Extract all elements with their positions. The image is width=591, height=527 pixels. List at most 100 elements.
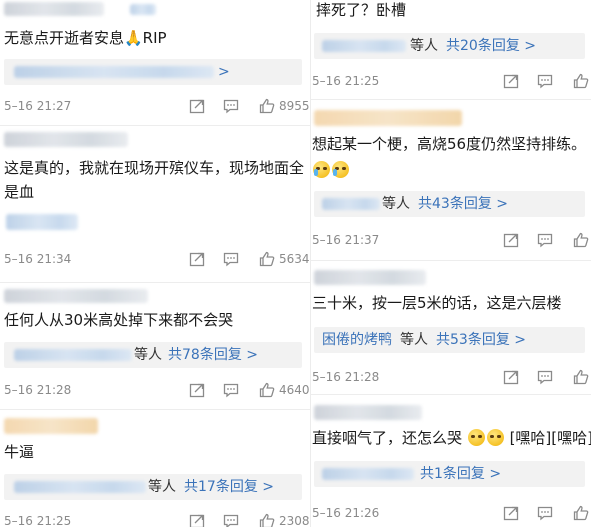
- username-blurred[interactable]: [314, 270, 426, 285]
- reply-more-link[interactable]: >: [218, 62, 230, 82]
- like-icon[interactable]: [572, 231, 590, 249]
- like-count: 5634: [279, 252, 310, 266]
- username-blurred[interactable]: [314, 110, 462, 126]
- reply-preview-box[interactable]: 困倦的烤鸭 等人 共53条回复 >: [314, 327, 585, 353]
- username-blurred[interactable]: [4, 132, 128, 147]
- comment-meta: 5–16 21:27 8955: [0, 97, 310, 117]
- left-screenshot-column: 无意点开逝者安息🙏RIP > 5–16 21:27 8955 这是真的，我就在现…: [0, 0, 310, 527]
- comment-icon[interactable]: [536, 231, 554, 249]
- grinning-emoji-icon: [467, 429, 485, 446]
- reply-users-blurred: [14, 66, 214, 78]
- reply-users-suffix: 等人: [148, 479, 176, 495]
- comment-time: 5–16 21:26: [312, 506, 380, 520]
- like-icon[interactable]: [572, 72, 590, 90]
- username-blurred[interactable]: [4, 418, 98, 434]
- share-icon[interactable]: [188, 97, 206, 115]
- reply-users-blurred: [322, 40, 406, 52]
- comment-meta: 5–16 21:25 2308: [0, 512, 310, 527]
- like-count: 2308: [279, 514, 310, 527]
- comment-item: 牛逼 等人 共17条回复 > 5–16 21:25 2308: [0, 410, 310, 527]
- reply-users-blurred: [322, 198, 380, 210]
- share-icon[interactable]: [188, 381, 206, 399]
- reply-users-suffix: 等人: [134, 347, 162, 363]
- reply-users-blurred: [322, 468, 414, 480]
- crying-emoji-icon: [332, 161, 349, 178]
- comment-item: 无意点开逝者安息🙏RIP > 5–16 21:27 8955: [0, 0, 310, 125]
- comment-text: 牛逼: [4, 443, 35, 461]
- crying-emoji-icon: [313, 161, 330, 178]
- reply-preview-blurred[interactable]: [6, 214, 78, 230]
- reply-more-link[interactable]: 共43条回复 >: [418, 194, 508, 214]
- share-icon[interactable]: [502, 72, 520, 90]
- comment-time: 5–16 21:27: [4, 99, 72, 113]
- comment-meta: 5–16 21:37: [310, 231, 591, 251]
- grinning-emoji-icon: [486, 429, 504, 446]
- like-icon[interactable]: [572, 504, 590, 522]
- reply-users-suffix: 等人: [382, 196, 410, 212]
- comment-text: 直接咽气了，还怎么哭 [嘿哈][嘿哈]: [312, 428, 591, 449]
- reply-user-link[interactable]: 困倦的烤鸭: [322, 330, 392, 350]
- like-icon[interactable]: [258, 97, 276, 115]
- reply-users-suffix: 等人: [400, 332, 428, 348]
- reply-preview-box[interactable]: 等人 共17条回复 >: [4, 474, 302, 500]
- emoji-row: [312, 160, 350, 179]
- username-blurred[interactable]: [4, 2, 104, 16]
- username-blurred[interactable]: [314, 405, 422, 420]
- comment-meta: 5–16 21:34 5634: [0, 250, 310, 270]
- comment-icon[interactable]: [222, 97, 240, 115]
- like-icon[interactable]: [258, 250, 276, 268]
- comment-text: 想起某一个梗，高烧56度仍然坚持排练。: [312, 135, 587, 153]
- comment-icon[interactable]: [222, 512, 240, 527]
- comment-meta: 5–16 21:26: [310, 504, 591, 524]
- reply-preview-box[interactable]: 等人 共20条回复 >: [314, 33, 585, 59]
- reply-more-link[interactable]: 共20条回复 >: [446, 36, 536, 56]
- like-icon[interactable]: [572, 368, 590, 386]
- reply-users-blurred: [14, 481, 146, 493]
- comment-text-main: 直接咽气了，还怎么哭: [312, 429, 463, 447]
- comment-time: 5–16 21:25: [4, 514, 72, 527]
- comment-meta: 5–16 21:28 4640: [0, 381, 310, 401]
- comment-icon[interactable]: [536, 504, 554, 522]
- comment-icon[interactable]: [536, 368, 554, 386]
- comment-text: 任何人从30米高处掉下来都不会哭: [4, 311, 234, 329]
- like-count: 8955: [279, 99, 310, 113]
- reply-preview-box[interactable]: >: [4, 59, 302, 85]
- comment-icon[interactable]: [536, 72, 554, 90]
- comment-item: 这是真的，我就在现场开殡仪车，现场地面全是血 5–16 21:34 5634: [0, 126, 310, 282]
- comment-time: 5–16 21:28: [312, 370, 380, 384]
- reply-more-link[interactable]: 共53条回复 >: [436, 330, 526, 350]
- reply-users-blurred: [14, 349, 132, 361]
- comment-item: 三十米，按一层5米的话，这是六层楼 困倦的烤鸭 等人 共53条回复 > 5–16…: [310, 261, 591, 394]
- comment-meta: 5–16 21:28: [310, 368, 591, 388]
- comment-item: 想起某一个梗，高烧56度仍然坚持排练。 等人 共43条回复 > 5–16 21:…: [310, 100, 591, 260]
- comment-icon[interactable]: [222, 381, 240, 399]
- comment-time: 5–16 21:25: [312, 74, 380, 88]
- like-icon[interactable]: [258, 381, 276, 399]
- reply-preview-box[interactable]: 共1条回复 >: [314, 461, 585, 487]
- comment-text-emoji-codes: [嘿哈][嘿哈]: [509, 429, 591, 447]
- comment-time: 5–16 21:34: [4, 252, 72, 266]
- share-icon[interactable]: [502, 368, 520, 386]
- reply-more-link[interactable]: 共78条回复 >: [168, 345, 258, 365]
- comment-icon[interactable]: [222, 250, 240, 268]
- share-icon[interactable]: [502, 231, 520, 249]
- comment-item: 直接咽气了，还怎么哭 [嘿哈][嘿哈] 共1条回复 > 5–16 21:26: [310, 395, 591, 527]
- like-icon[interactable]: [258, 512, 276, 527]
- comment-meta: 5–16 21:25: [310, 72, 591, 92]
- reply-more-link[interactable]: 共1条回复 >: [420, 464, 501, 484]
- reply-more-link[interactable]: 共17条回复 >: [184, 477, 274, 497]
- comment-text: 三十米，按一层5米的话，这是六层楼: [312, 294, 562, 312]
- username-blurred[interactable]: [4, 289, 148, 303]
- right-screenshot-column: 摔死了？卧槽 等人 共20条回复 > 5–16 21:25 想起某一个梗，高烧5…: [310, 0, 591, 527]
- share-icon[interactable]: [188, 250, 206, 268]
- like-count: 4640: [279, 383, 310, 397]
- comment-item: 任何人从30米高处掉下来都不会哭 等人 共78条回复 > 5–16 21:28 …: [0, 283, 310, 409]
- share-icon[interactable]: [502, 504, 520, 522]
- reply-users-suffix: 等人: [410, 38, 438, 54]
- reply-preview-box[interactable]: 等人 共43条回复 >: [314, 191, 585, 217]
- user-badge-blurred: [130, 4, 156, 15]
- comment-text: 无意点开逝者安息🙏RIP: [4, 29, 167, 47]
- reply-preview-box[interactable]: 等人 共78条回复 >: [4, 342, 302, 368]
- comment-time: 5–16 21:37: [312, 233, 380, 247]
- share-icon[interactable]: [188, 512, 206, 527]
